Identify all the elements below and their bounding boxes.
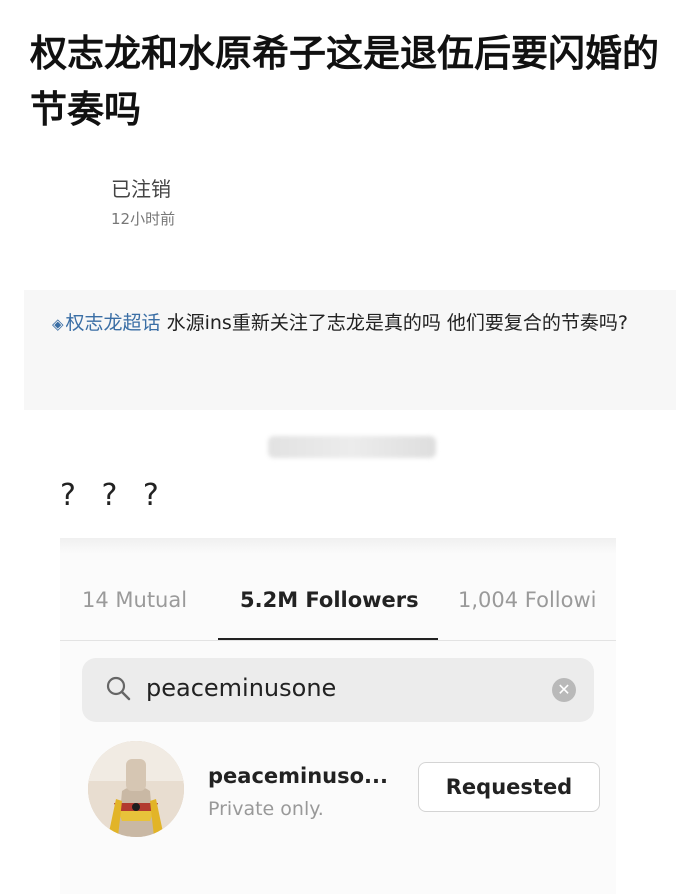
- question-marks: ? ? ?: [60, 478, 167, 513]
- post-title: 权志龙和水原希子这是退伍后要闪婚的节奏吗: [30, 32, 659, 131]
- instagram-screenshot: 14 Mutual 5.2M Followers 1,004 Followi p…: [60, 538, 616, 894]
- tab-mutual[interactable]: 14 Mutual: [82, 588, 187, 612]
- tab-divider: [60, 640, 616, 641]
- avatar[interactable]: [88, 741, 184, 837]
- author-name[interactable]: 已注销: [111, 173, 171, 202]
- search-bar[interactable]: peaceminusone ✕: [82, 658, 594, 722]
- tab-following[interactable]: 1,004 Followi: [458, 588, 597, 612]
- topic-icon: ◈: [52, 315, 64, 333]
- post-time: 12小时前: [111, 210, 176, 228]
- post-text: ◈ 权志龙超话 水源ins重新关注了志龙是真的吗 他们要复合的节奏吗?: [52, 306, 662, 341]
- requested-button[interactable]: Requested: [418, 762, 600, 812]
- result-username[interactable]: peaceminuso...: [208, 764, 388, 788]
- result-subtitle: Private only.: [208, 798, 324, 820]
- search-icon: [106, 676, 131, 701]
- tab-followers[interactable]: 5.2M Followers: [240, 588, 419, 612]
- post-block: ◈ 权志龙超话 水源ins重新关注了志龙是真的吗 他们要复合的节奏吗?: [24, 290, 676, 410]
- clear-icon[interactable]: ✕: [552, 678, 576, 702]
- tab-bar: 14 Mutual 5.2M Followers 1,004 Followi: [60, 588, 616, 642]
- topic-link[interactable]: 权志龙超话: [66, 312, 161, 334]
- search-input[interactable]: peaceminusone: [146, 674, 336, 702]
- blurred-name: [268, 436, 436, 458]
- top-fade: [60, 538, 616, 554]
- post-body: 水源ins重新关注了志龙是真的吗 他们要复合的节奏吗?: [160, 312, 628, 334]
